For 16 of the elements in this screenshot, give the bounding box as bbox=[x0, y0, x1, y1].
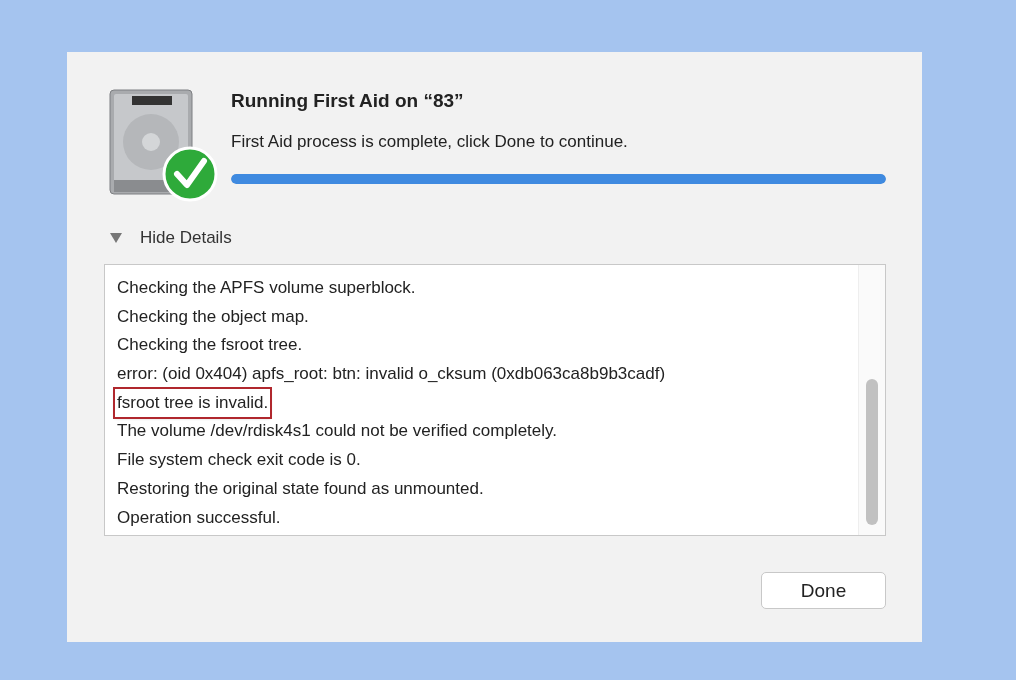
status-message: First Aid process is complete, click Done to continue. bbox=[231, 132, 629, 152]
log-line: error: (oid 0x404) apfs_root: btn: invalid o_cksum (0xdb063ca8b9b3cadf) bbox=[116, 363, 667, 386]
hide-details-toggle[interactable]: Hide Details bbox=[110, 228, 232, 248]
log-line: Checking the fsroot tree. bbox=[116, 334, 304, 357]
log-line: Restoring the original state found as unmounted. bbox=[116, 477, 485, 500]
log-line: The volume /dev/rdisk4s1 could not be verified completely. bbox=[116, 420, 559, 443]
log-line: Checking the APFS volume superblock. bbox=[116, 277, 417, 299]
log-line: Checking the object map. bbox=[116, 305, 310, 328]
hard-drive-check-icon bbox=[108, 88, 218, 204]
disclosure-triangle-icon bbox=[110, 233, 122, 243]
log-line: File system check exit code is 0. bbox=[116, 449, 362, 472]
done-button[interactable]: Done bbox=[761, 572, 886, 609]
scrollbar-thumb[interactable] bbox=[866, 379, 878, 525]
log-line: Operation successful. bbox=[116, 506, 282, 529]
highlighted-log-line: fsroot tree is invalid. bbox=[115, 388, 271, 418]
dialog-title: Running First Aid on “83” bbox=[231, 90, 465, 112]
